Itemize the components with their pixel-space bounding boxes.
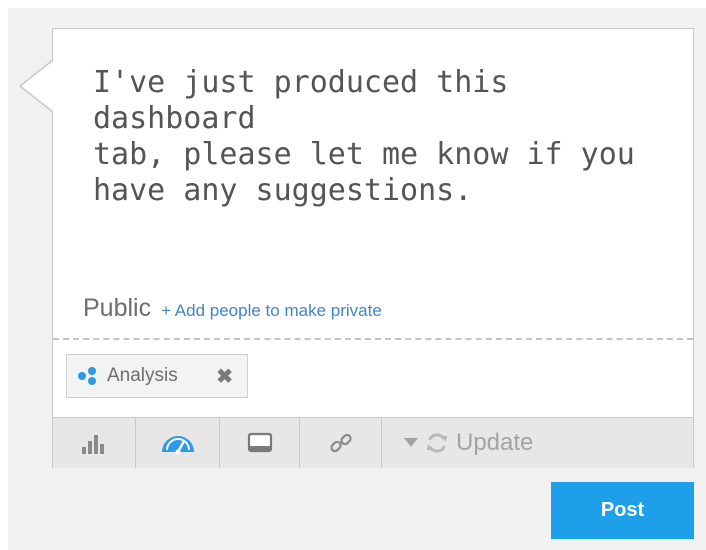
caret-down-icon [404,438,418,447]
gauge-icon [161,436,194,455]
divider [53,338,693,340]
comment-text-input[interactable]: I've just produced this dashboard tab, p… [93,65,673,209]
visibility-label: Public [83,294,152,322]
bar-chart-icon [82,435,104,454]
chart-button[interactable] [53,418,136,468]
add-people-link[interactable]: + Add people to make private [161,301,382,321]
refresh-icon [427,433,447,453]
speech-bubble-pointer [18,58,57,116]
update-label: Update [456,429,534,456]
screen-icon [247,432,272,453]
gauge-button[interactable] [136,418,220,468]
screen-button[interactable] [220,418,300,468]
post-button[interactable]: Post [551,482,694,539]
tag-label: Analysis [107,365,178,386]
link-button[interactable] [300,418,382,468]
tag-analysis[interactable]: Analysis ✖ [66,354,248,398]
visibility-row: Public + Add people to make private [83,294,382,328]
update-button[interactable]: Update [382,418,693,468]
analysis-dots-icon [78,367,96,385]
composer-toolbar: Update [53,417,693,468]
link-icon [329,433,352,453]
close-icon[interactable]: ✖ [216,364,233,389]
